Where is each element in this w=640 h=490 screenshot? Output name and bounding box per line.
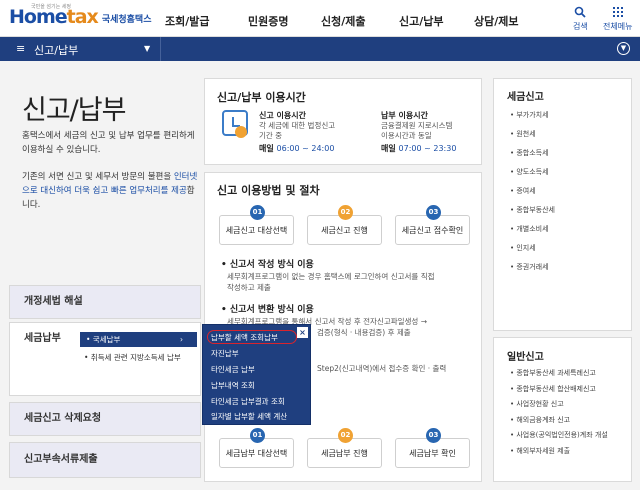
list-item[interactable]: • 증여세 — [510, 186, 555, 205]
tax-report-panel: 세금신고 • 부가가치세 • 원천세 • 종합소득세 • 양도소득세 • 증여세… — [493, 78, 632, 331]
circle-chevron-down-icon[interactable]: ▼ — [617, 42, 630, 55]
step-badge: 03 — [426, 205, 441, 220]
list-item[interactable]: • 사업용(공익법인전용)계좌 개설 — [510, 430, 608, 446]
list-item[interactable]: • 해외금융계좌 신고 — [510, 415, 608, 431]
tax-report-list: • 부가가치세 • 원천세 • 종합소득세 • 양도소득세 • 증여세 • 종합… — [510, 110, 555, 281]
logo-tagline: 국민을 섬기는 세정 — [31, 4, 71, 10]
dropdown-item-payable-tax-inquiry[interactable]: 납부할 세액 조회납부 — [211, 332, 278, 343]
report-hours-desc-1: 각 세금에 대한 법정신고 — [259, 121, 336, 130]
list-item[interactable]: • 부가가치세 — [510, 110, 555, 129]
intro-description-2: 기존의 서면 신고 및 세무서 방문의 불편을 인터넷으로 대신하여 더욱 쉽고… — [22, 172, 198, 210]
grid-icon — [603, 6, 632, 21]
search-label: 검색 — [573, 22, 588, 31]
step-badge: 02 — [338, 205, 353, 220]
hamburger-icon[interactable]: ≡ — [16, 42, 25, 55]
list-item[interactable]: • 인지세 — [510, 243, 555, 262]
left-menu-attachment-submit[interactable]: 신고부속서류제출 — [9, 442, 201, 478]
clock-badge-icon — [235, 126, 247, 138]
list-item[interactable]: • 종합부동산세 — [510, 205, 555, 224]
nav-item-inquiry[interactable]: 조회/발급 — [165, 13, 210, 29]
submenu-national-tax-payment[interactable]: • 국세납부 › — [80, 332, 197, 347]
payment-dropdown-menu: × 납부할 세액 조회납부 자진납부 타인세금 납부 납부내역 조회 타인세금 … — [202, 324, 311, 425]
hometax-logo[interactable]: 국민을 섬기는 세정 Hometax 국세청홈택스 — [9, 4, 152, 28]
tax-report-title: 세금신고 — [507, 92, 544, 103]
chevron-right-icon: › — [180, 335, 183, 344]
submenu-local-income-tax[interactable]: • 취득세 관련 지방소득세 납부 — [84, 352, 181, 363]
step-badge: 03 — [426, 428, 441, 443]
page-title: 신고/납부 — [22, 95, 126, 126]
hours-panel: 신고/납부 이용시간 신고 이용시간 각 세금에 대한 법정신고 기간 중 매일… — [204, 78, 482, 165]
location-title[interactable]: 신고/납부 — [34, 42, 78, 58]
dropdown-item-voluntary-payment[interactable]: 자진납부 — [211, 348, 239, 359]
method-convert-desc-2: 검증(형식 · 내용검증) 후 제출 — [317, 328, 411, 337]
general-report-panel: 일반신고 • 종합부동산세 과세특례신고 • 종합부동산세 합산배제신고 • 사… — [493, 337, 632, 482]
nav-item-certificates[interactable]: 민원증명 — [248, 13, 288, 29]
dropdown-item-others-payment-result[interactable]: 타인세금 납부결과 조회 — [211, 396, 285, 407]
step-badge: 02 — [338, 428, 353, 443]
top-header: 국민을 섬기는 세정 Hometax 국세청홈택스 조회/발급 민원증명 신청/… — [0, 0, 640, 37]
list-item[interactable]: • 양도소득세 — [510, 167, 555, 186]
payment-hours-time: 매일 07:00 ~ 23:30 — [381, 144, 457, 153]
list-item[interactable]: • 종합부동산세 합산배제신고 — [510, 384, 608, 400]
dropdown-item-others-tax-payment[interactable]: 타인세금 납부 — [211, 364, 255, 375]
list-item[interactable]: • 원천세 — [510, 129, 555, 148]
list-item[interactable]: • 종합소득세 — [510, 148, 555, 167]
location-bar: ≡ 신고/납부 ▼ ▼ — [0, 37, 640, 61]
dropdown-item-daily-tax-calc[interactable]: 일자별 납부할 세액 계산 — [211, 411, 287, 422]
list-item[interactable]: • 종합부동산세 과세특례신고 — [510, 368, 608, 384]
search-button[interactable]: 검색 — [573, 6, 588, 32]
nav-item-report-payment[interactable]: 신고/납부 — [399, 13, 444, 29]
logo-subtitle: 국세청홈택스 — [101, 15, 152, 25]
method-direct-title: • 신고서 작성 방식 이용 — [221, 260, 314, 270]
report-hours-desc-2: 기간 중 — [259, 131, 283, 140]
list-item[interactable]: • 사업장현황 신고 — [510, 399, 608, 415]
step-badge: 01 — [250, 428, 265, 443]
report-hours-heading: 신고 이용시간 — [259, 111, 306, 120]
left-menu-delete-request[interactable]: 세금신고 삭제요청 — [9, 402, 201, 436]
general-report-title: 일반신고 — [507, 352, 544, 363]
method-convert-title: • 신고서 변환 방식 이용 — [221, 305, 314, 315]
hours-title: 신고/납부 이용시간 — [217, 91, 306, 104]
chevron-down-icon[interactable]: ▼ — [144, 44, 150, 53]
general-report-list: • 종합부동산세 과세특례신고 • 종합부동산세 합산배제신고 • 사업장현황 … — [510, 368, 608, 461]
all-menu-button[interactable]: 전체메뉴 — [603, 6, 632, 32]
list-item[interactable]: • 증권거래세 — [510, 262, 555, 281]
method-direct-desc-1: 세무회계프로그램이 없는 경우 홈택스에 로그인하여 신고서를 직접 — [227, 272, 435, 281]
search-icon — [573, 6, 588, 21]
all-menu-label: 전체메뉴 — [603, 22, 633, 31]
list-item[interactable]: • 개별소비세 — [510, 224, 555, 243]
dropdown-item-payment-history[interactable]: 납부내역 조회 — [211, 380, 255, 391]
step-badge: 01 — [250, 205, 265, 220]
payment-hours-heading: 납부 이용시간 — [381, 111, 428, 120]
report-hours-time: 매일 06:00 ~ 24:00 — [259, 144, 335, 153]
method-receipt-desc: Step2(신고내역)에서 접수증 확인 · 출력 — [317, 364, 447, 373]
nav-item-consultation[interactable]: 상담/제보 — [474, 13, 519, 29]
payment-hours-desc-1: 금융결제원 지로시스템 — [381, 121, 453, 130]
procedure-title: 신고 이용방법 및 절차 — [217, 184, 320, 197]
bar-divider — [160, 37, 161, 61]
intro-description: 홈택스에서 세금의 신고 및 납부 업무를 편리하게 이용하실 수 있습니다. — [22, 131, 195, 155]
list-item[interactable]: • 해외부자세원 제출 — [510, 446, 608, 462]
method-direct-desc-2: 작성하고 제출 — [227, 283, 271, 292]
close-icon[interactable]: × — [297, 327, 308, 338]
left-menu-tax-law[interactable]: 개정세법 해설 — [9, 285, 201, 319]
nav-item-application[interactable]: 신청/제출 — [321, 13, 366, 29]
payment-hours-desc-2: 이용시간과 동일 — [381, 131, 432, 140]
